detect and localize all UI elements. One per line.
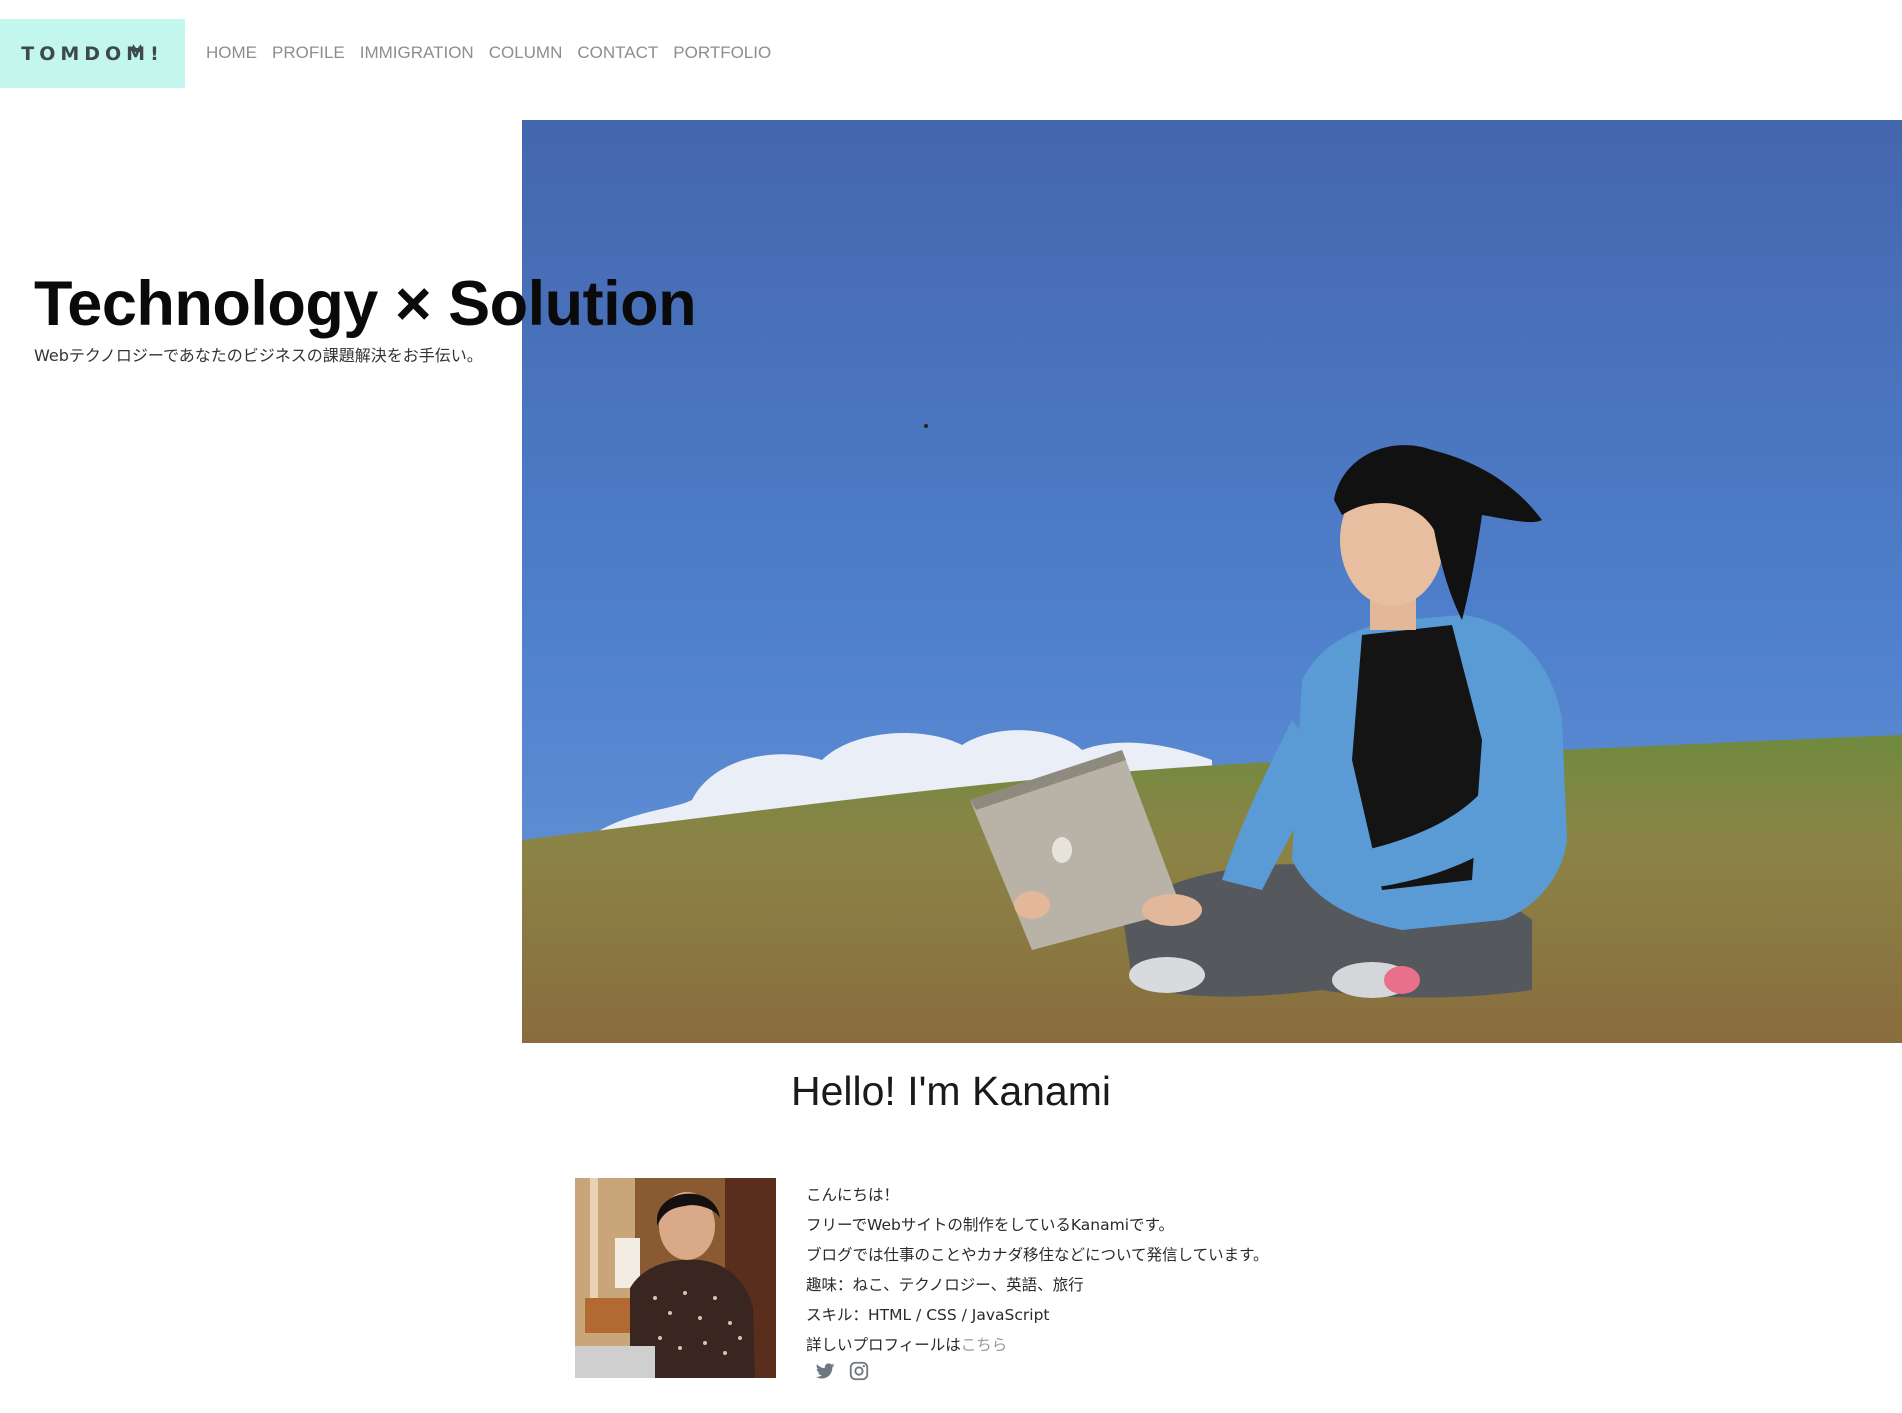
avatar bbox=[575, 1178, 776, 1378]
profile-prefix: 詳しいプロフィールは bbox=[806, 1336, 961, 1354]
social-links bbox=[814, 1360, 870, 1382]
bio-line: スキル：HTML / CSS / JavaScript bbox=[806, 1306, 1050, 1324]
nav-contact[interactable]: CONTACT bbox=[577, 43, 658, 63]
bio-line: フリーでWebサイトの制作をしているKanamiです。 bbox=[806, 1216, 1174, 1234]
hero-image bbox=[522, 120, 1902, 1043]
nav-home[interactable]: HOME bbox=[206, 43, 257, 63]
site-logo[interactable]: TOMDOM! bbox=[0, 19, 185, 88]
main-nav: HOME PROFILE IMMIGRATION COLUMN CONTACT … bbox=[206, 43, 771, 63]
intro-heading: Hello! I'm Kanami bbox=[791, 1068, 1111, 1114]
nav-column[interactable]: COLUMN bbox=[489, 43, 563, 63]
hero-title: Technology × Solution bbox=[34, 269, 697, 339]
bio-line: こんにちは！ bbox=[806, 1186, 900, 1204]
nav-immigration[interactable]: IMMIGRATION bbox=[360, 43, 474, 63]
instagram-icon[interactable] bbox=[848, 1360, 870, 1382]
bio-line: 趣味：ねこ、テクノロジー、英語、旅行 bbox=[806, 1276, 1084, 1294]
nav-portfolio[interactable]: PORTFOLIO bbox=[673, 43, 771, 63]
profile-line: 詳しいプロフィールはこちら bbox=[806, 1330, 1269, 1360]
profile-link[interactable]: こちら bbox=[961, 1336, 1008, 1354]
bio-line: ブログでは仕事のことやカナダ移住などについて発信しています。 bbox=[806, 1246, 1269, 1264]
twitter-icon[interactable] bbox=[814, 1360, 836, 1382]
cat-ears-icon bbox=[132, 44, 142, 52]
bio: こんにちは！ フリーでWebサイトの制作をしているKanamiです。 ブログでは… bbox=[806, 1180, 1269, 1360]
nav-profile[interactable]: PROFILE bbox=[272, 43, 345, 63]
hero-subtitle: Webテクノロジーであなたのビジネスの課題解決をお手伝い。 bbox=[34, 346, 483, 365]
